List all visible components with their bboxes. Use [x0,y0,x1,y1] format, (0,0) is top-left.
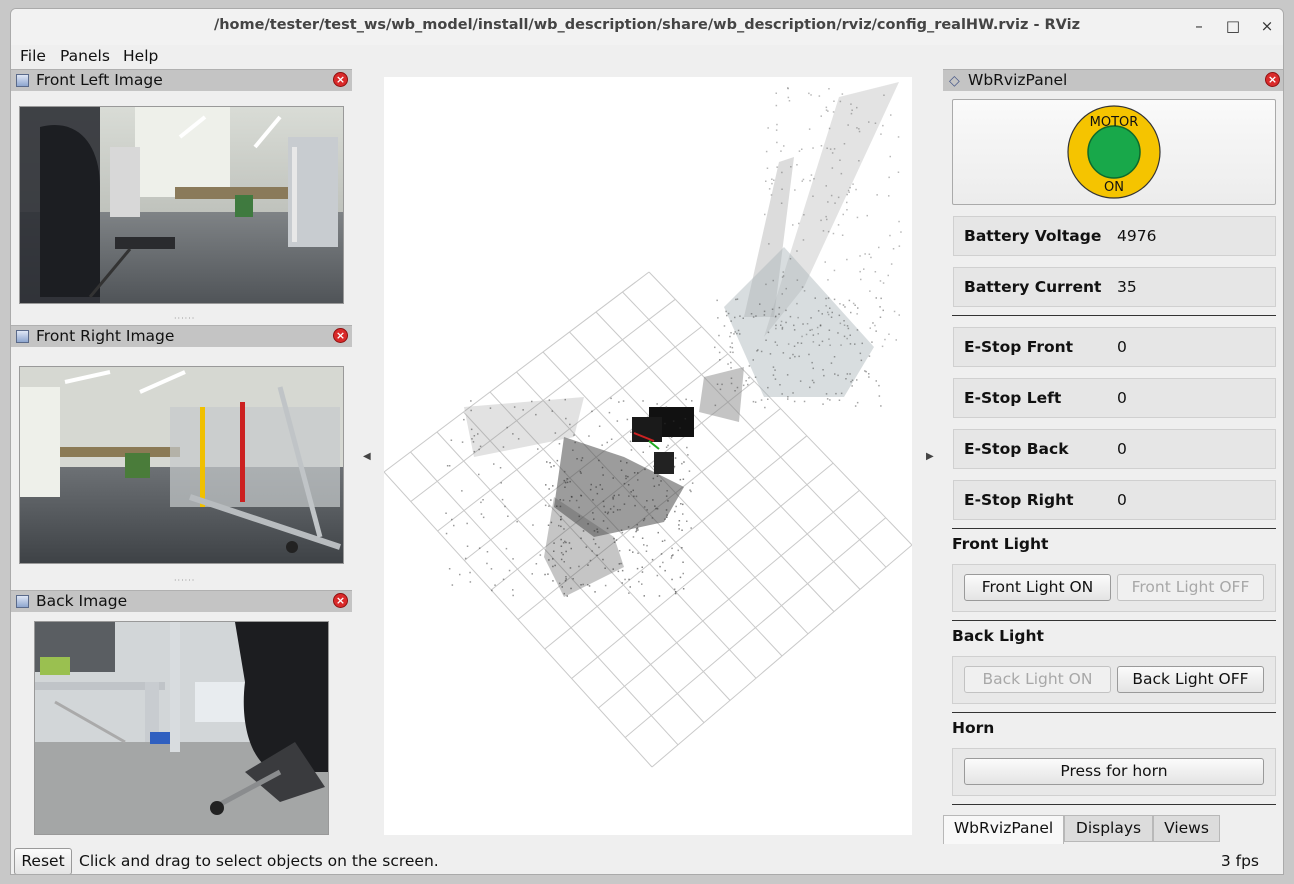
close-icon[interactable]: × [1265,72,1280,87]
estop-left-value: 0 [1117,389,1127,407]
estop-right-row: E-Stop Right 0 [953,480,1276,520]
battery-voltage-row: Battery Voltage 4976 [953,216,1276,256]
front-light-on-button[interactable]: Front Light ON [964,574,1111,601]
motor-state-label: ON [1104,180,1124,195]
menu-bar: File Panels Help [11,45,1283,69]
window-title: /home/tester/test_ws/wb_model/install/wb… [213,17,1081,33]
back-light-on-button[interactable]: Back Light ON [964,666,1111,693]
front-right-camera-image [19,366,344,564]
front-light-title: Front Light [952,535,1049,553]
panel-diamond-icon: ◇ [949,73,960,89]
divider [952,315,1276,316]
battery-current-label: Battery Current [964,278,1102,296]
estop-right-value: 0 [1117,491,1127,509]
battery-current-value: 35 [1117,278,1137,296]
close-icon[interactable]: × [333,328,348,343]
status-bar: Reset Click and drag to select objects o… [11,847,1283,874]
menu-panels[interactable]: Panels [60,47,110,65]
front-right-image-title: Front Right Image [36,327,175,345]
estop-back-label: E-Stop Back [964,440,1069,458]
tab-wbrvizpanel[interactable]: WbRvizPanel [943,815,1064,844]
horn-group: Press for horn [952,748,1276,796]
close-icon[interactable]: × [333,72,348,87]
wbrvizpanel-title: WbRvizPanel [968,71,1068,89]
back-light-group: Back Light ON Back Light OFF [952,656,1276,704]
close-window-button[interactable]: × [1256,15,1278,37]
front-left-camera-image [19,106,344,304]
motor-label: MOTOR [1090,115,1139,130]
divider [952,620,1276,621]
estop-front-label: E-Stop Front [964,338,1074,356]
battery-voltage-label: Battery Voltage [964,227,1102,245]
estop-front-value: 0 [1117,338,1127,356]
front-light-off-button[interactable]: Front Light OFF [1117,574,1264,601]
panel-splitter[interactable]: ······ [174,314,195,323]
horn-button[interactable]: Press for horn [964,758,1264,785]
estop-front-row: E-Stop Front 0 [953,327,1276,367]
tab-views[interactable]: Views [1153,815,1220,842]
status-message: Click and drag to select objects on the … [79,852,439,870]
front-right-image-header[interactable]: Front Right Image × [11,325,352,347]
collapse-left-arrow-icon[interactable]: ◀ [363,451,371,462]
menu-file[interactable]: File [20,47,46,65]
close-icon[interactable]: × [333,593,348,608]
back-camera-image [34,621,329,835]
estop-left-row: E-Stop Left 0 [953,378,1276,418]
estop-back-value: 0 [1117,440,1127,458]
divider [952,528,1276,529]
tab-displays[interactable]: Displays [1064,815,1153,842]
title-bar: /home/tester/test_ws/wb_model/install/wb… [11,9,1283,45]
image-panel-icon [16,330,29,343]
divider [952,804,1276,805]
front-left-image-title: Front Left Image [36,71,163,89]
motor-button[interactable]: MOTOR ON [952,99,1276,205]
image-panel-icon [16,74,29,87]
horn-title: Horn [952,719,995,737]
image-panel-icon [16,595,29,608]
wbrvizpanel-header[interactable]: ◇ WbRvizPanel × [943,69,1283,91]
collapse-right-arrow-icon[interactable]: ▶ [926,451,934,462]
divider [952,712,1276,713]
estop-left-label: E-Stop Left [964,389,1062,407]
3d-render-viewport[interactable] [383,77,913,835]
panel-splitter[interactable]: ······ [174,576,195,585]
fps-readout: 3 fps [1220,852,1259,870]
back-image-header[interactable]: Back Image × [11,590,352,612]
reset-button[interactable]: Reset [14,848,72,874]
back-image-title: Back Image [36,592,128,610]
estop-back-row: E-Stop Back 0 [953,429,1276,469]
minimize-button[interactable]: – [1188,15,1210,37]
menu-help[interactable]: Help [123,47,158,65]
battery-current-row: Battery Current 35 [953,267,1276,307]
battery-voltage-value: 4976 [1117,227,1157,245]
back-light-off-button[interactable]: Back Light OFF [1117,666,1264,693]
back-light-title: Back Light [952,627,1044,645]
front-light-group: Front Light ON Front Light OFF [952,564,1276,612]
front-left-image-header[interactable]: Front Left Image × [11,69,352,91]
maximize-button[interactable]: □ [1222,15,1244,37]
motor-center [1087,125,1141,179]
point-cloud [445,82,902,597]
estop-right-label: E-Stop Right [964,491,1074,509]
point-cloud-scene [383,82,913,768]
rviz-window: /home/tester/test_ws/wb_model/install/wb… [10,8,1284,875]
